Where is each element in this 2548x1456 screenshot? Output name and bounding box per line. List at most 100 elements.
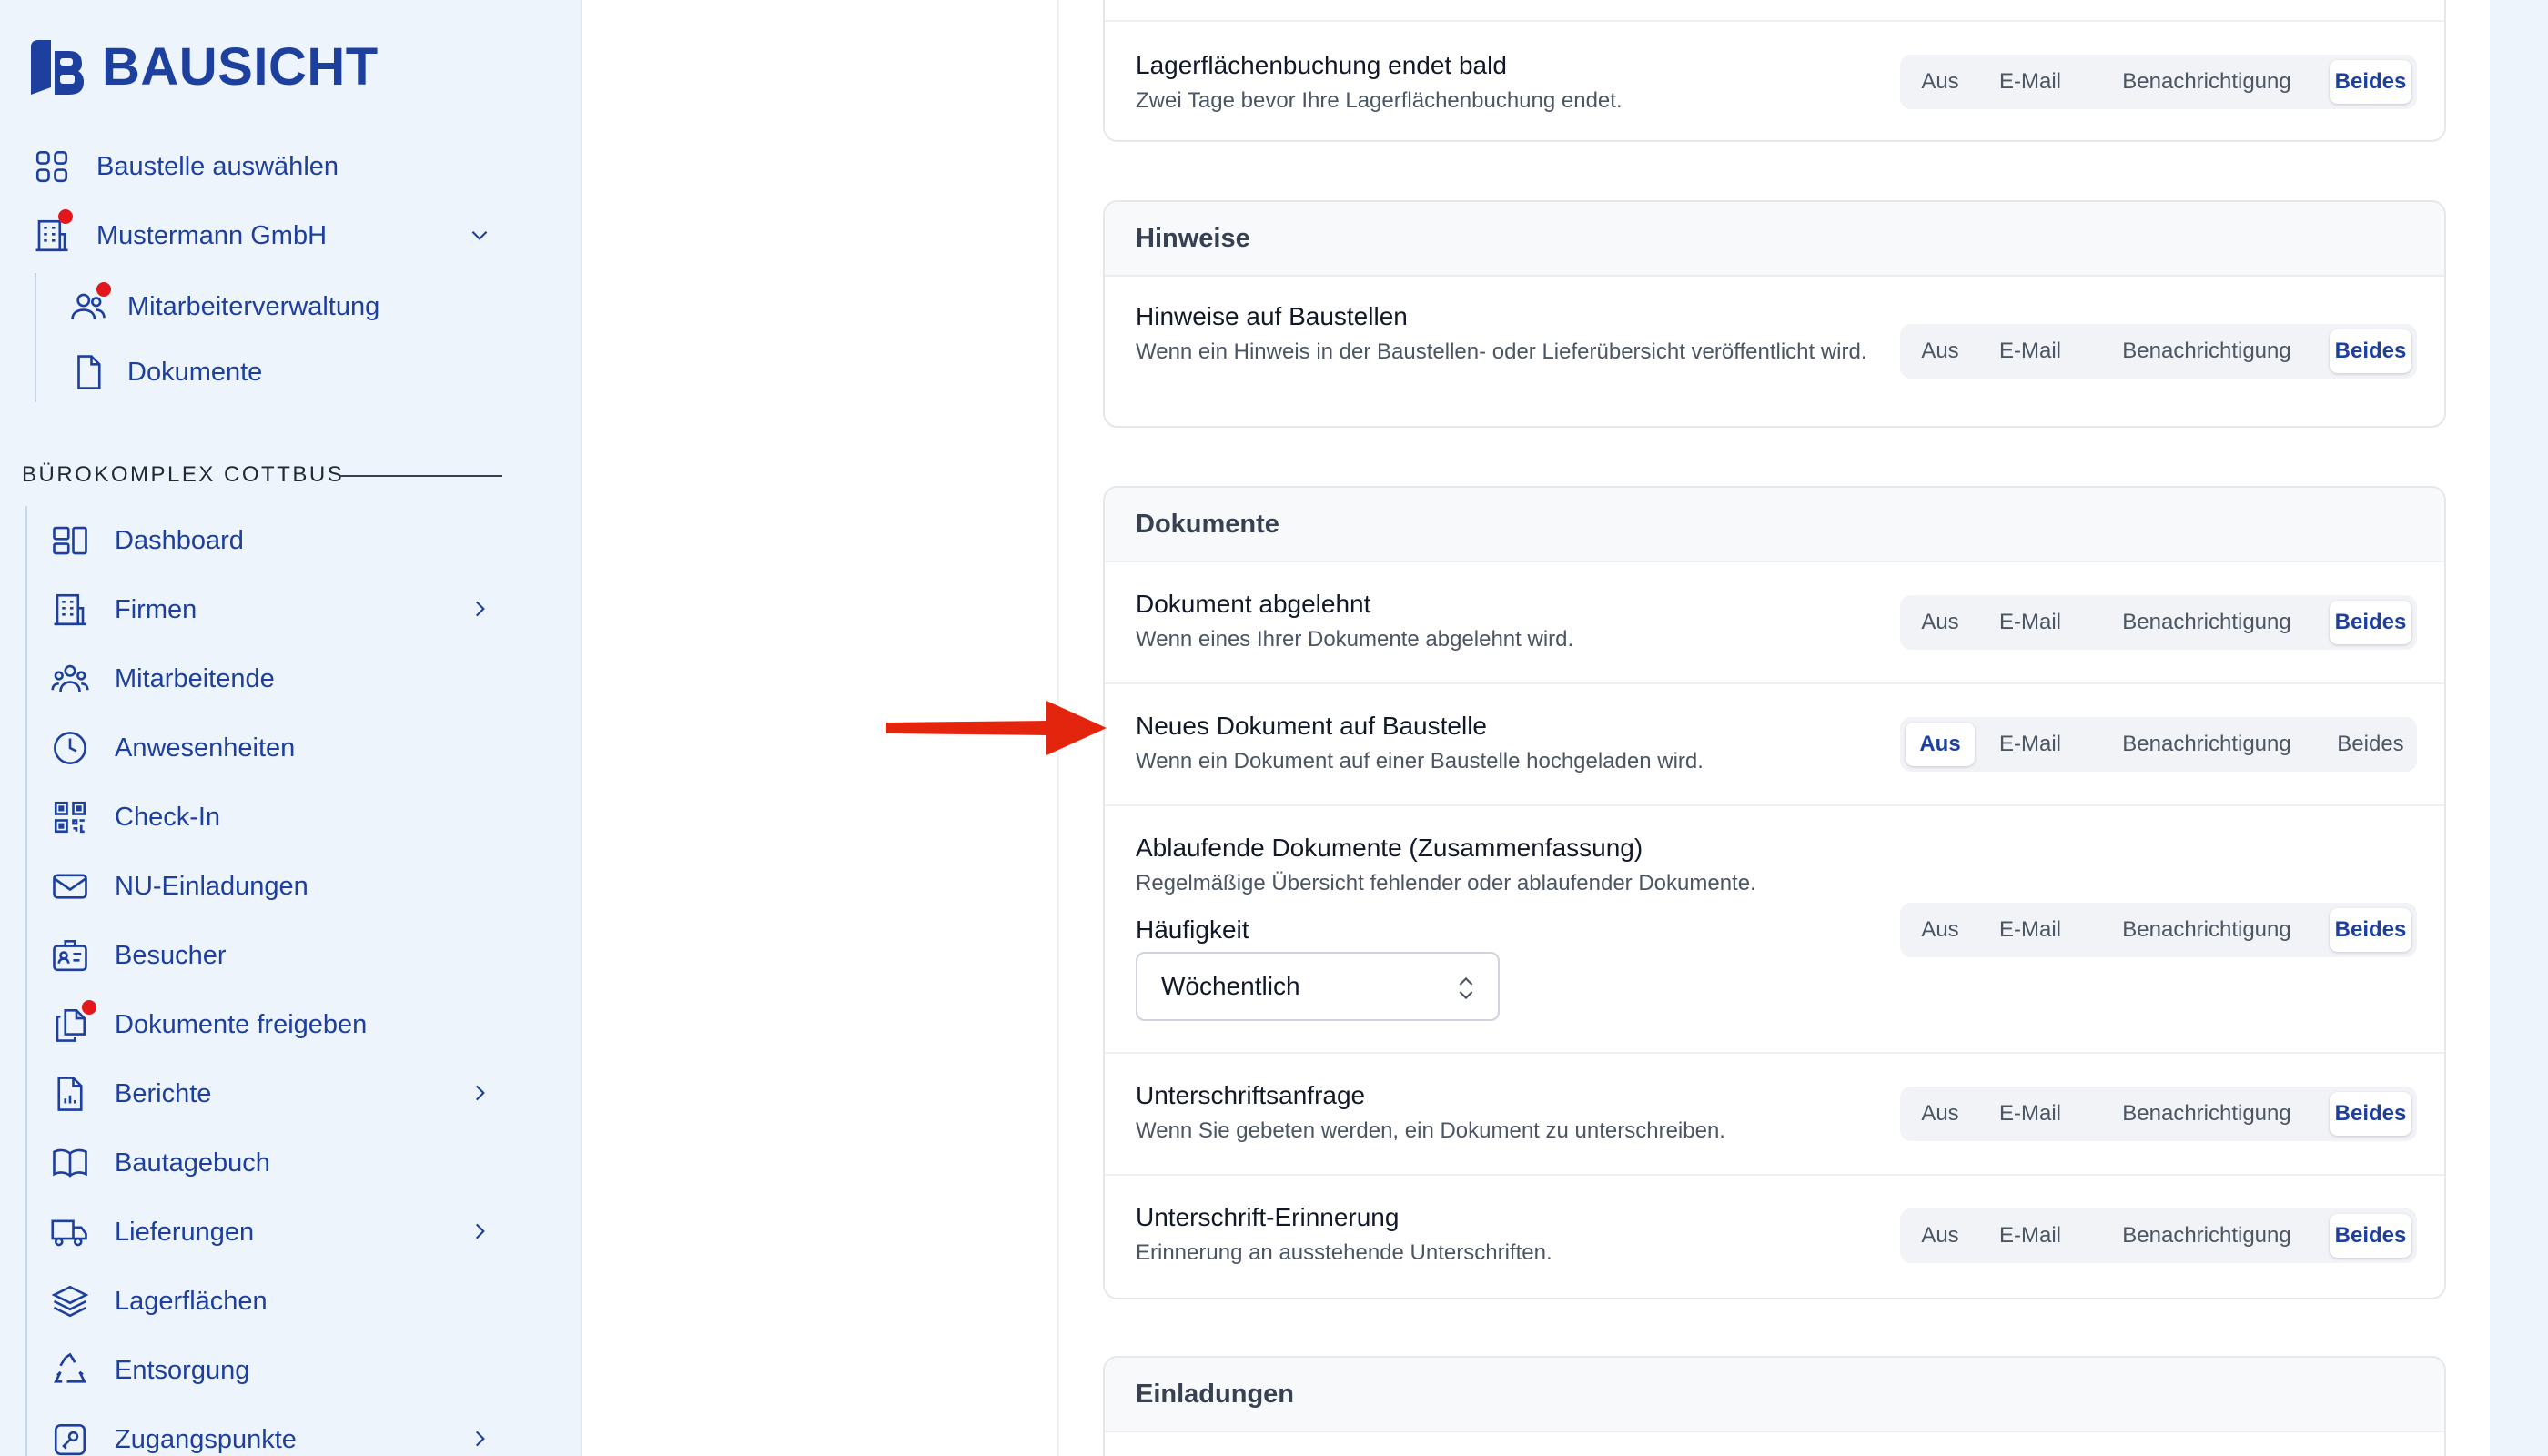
nav-storage[interactable]: Lagerflächen [51,1282,268,1320]
setting-row: Neues Dokument auf Baustelle Wenn ein Do… [1105,684,2444,806]
notification-badge [96,282,111,297]
nav-deliveries[interactable]: Lieferungen [51,1213,254,1251]
nav-company[interactable]: Mustermann GmbH [33,209,327,255]
option-off[interactable]: Aus [1906,329,1975,373]
setting-description: Wenn Sie gebeten werden, ein Dokument zu… [1136,1118,1725,1143]
option-notification[interactable]: Benachrichtigung [2086,329,2328,373]
hints-card: Hinweise Hinweise auf Baustellen Wenn ei… [1103,200,2446,428]
option-email[interactable]: E-Mail [1977,1214,2084,1258]
setting-description: Wenn ein Hinweis in der Baustellen- oder… [1136,339,1867,364]
nav-site-diary[interactable]: Bautagebuch [51,1144,270,1182]
option-notification[interactable]: Benachrichtigung [2086,60,2328,104]
chevron-right-icon[interactable] [468,597,491,621]
badge-icon [51,936,89,975]
nav-label: Besucher [115,940,227,970]
option-both[interactable]: Beides [2330,723,2412,766]
option-notification[interactable]: Benachrichtigung [2086,723,2328,766]
nav-approve-documents[interactable]: Dokumente freigeben [51,1000,368,1044]
site-section-title: BÜROKOMPLEX COTTBUS [22,462,345,487]
option-email[interactable]: E-Mail [1977,329,2084,373]
notification-badge [82,1000,96,1015]
truck-icon [51,1213,89,1251]
nav-check-in[interactable]: Check-In [51,798,220,836]
nav-visitors[interactable]: Besucher [51,936,227,975]
nav-select-site[interactable]: Baustelle auswählen [33,147,339,186]
clock-icon [51,729,89,767]
option-off[interactable]: Aus [1906,723,1975,766]
notification-mode-toggle[interactable]: Aus E-Mail Benachrichtigung Beides [1900,1208,2417,1263]
option-both[interactable]: Beides [2330,329,2412,373]
option-notification[interactable]: Benachrichtigung [2086,1214,2328,1258]
option-email[interactable]: E-Mail [1977,723,2084,766]
option-email[interactable]: E-Mail [1977,601,2084,644]
qr-code-icon [51,798,89,836]
nav-invitations[interactable]: NU-Einladungen [51,867,308,905]
option-both[interactable]: Beides [2330,1092,2412,1136]
option-email[interactable]: E-Mail [1977,908,2084,952]
nav-label: Dokumente freigeben [115,1009,368,1039]
frequency-select[interactable]: Wöchentlich [1136,952,1500,1021]
section-divider [340,475,502,477]
chevron-down-icon[interactable] [468,223,491,247]
option-notification[interactable]: Benachrichtigung [2086,1092,2328,1136]
option-both[interactable]: Beides [2330,60,2412,104]
option-notification[interactable]: Benachrichtigung [2086,601,2328,644]
setting-title: Hinweise auf Baustellen [1136,302,1408,330]
people-icon [51,660,89,698]
chevron-right-icon[interactable] [468,1081,491,1105]
storage-card: Lagerflächenbuchung endet bald Zwei Tage… [1103,0,2446,142]
notification-mode-toggle[interactable]: Aus E-Mail Benachrichtigung Beides [1900,1087,2417,1141]
setting-row-hidden [1105,0,2444,22]
notification-mode-toggle[interactable]: Aus E-Mail Benachrichtigung Beides [1900,55,2417,109]
setting-title: Unterschriftsanfrage [1136,1081,1366,1109]
brand-logo[interactable]: BAUSICHT [27,36,379,97]
option-email[interactable]: E-Mail [1977,1092,2084,1136]
option-email[interactable]: E-Mail [1977,60,2084,104]
card-title: Einladungen [1105,1358,2444,1432]
report-icon [51,1075,89,1113]
chevron-right-icon[interactable] [468,1219,491,1243]
section-line [25,506,27,1456]
nav-documents[interactable]: Dokumente [69,353,262,391]
chevron-right-icon[interactable] [468,1427,491,1451]
card-title: Dokumente [1105,488,2444,562]
nav-reports[interactable]: Berichte [51,1075,211,1113]
nav-dashboard[interactable]: Dashboard [51,521,244,560]
option-notification[interactable]: Benachrichtigung [2086,908,2328,952]
nav-label: Entsorgung [115,1355,250,1385]
nav-label: Mitarbeiterverwaltung [127,291,380,321]
nav-label: Zugangspunkte [115,1424,297,1454]
option-off[interactable]: Aus [1906,601,1975,644]
setting-row: Lagerflächenbuchung endet bald Zwei Tage… [1105,22,2444,140]
recycle-icon [51,1351,89,1390]
nav-disposal[interactable]: Entsorgung [51,1351,249,1390]
notification-mode-toggle[interactable]: Aus E-Mail Benachrichtigung Beides [1900,903,2417,957]
notification-mode-toggle[interactable]: Aus E-Mail Benachrichtigung Beides [1900,717,2417,772]
option-off[interactable]: Aus [1906,1092,1975,1136]
bausicht-logo-icon [31,39,84,95]
chevron-up-down-icon [1459,976,1473,1000]
nav-access-points[interactable]: Zugangspunkte [51,1421,297,1456]
nav-label: Berichte [115,1078,212,1108]
option-off[interactable]: Aus [1906,908,1975,952]
nav-companies[interactable]: Firmen [51,591,197,629]
nav-employees[interactable]: Mitarbeitende [51,660,275,698]
setting-row: Hinweise auf Baustellen Wenn ein Hinweis… [1105,277,2444,426]
nav-attendance[interactable]: Anwesenheiten [51,729,295,767]
setting-row: Unterschriftsanfrage Wenn Sie gebeten we… [1105,1054,2444,1176]
notification-mode-toggle[interactable]: Aus E-Mail Benachrichtigung Beides [1900,595,2417,650]
option-off[interactable]: Aus [1906,1214,1975,1258]
documents-card: Dokumente Dokument abgelehnt Wenn eines … [1103,486,2446,1299]
notification-mode-toggle[interactable]: Aus E-Mail Benachrichtigung Beides [1900,324,2417,379]
nav-employee-management[interactable]: Mitarbeiterverwaltung [69,282,380,326]
layers-icon [51,1282,89,1320]
option-both[interactable]: Beides [2330,908,2412,952]
notification-badge [58,209,73,224]
setting-title: Unterschrift-Erinnerung [1136,1203,1400,1231]
option-both[interactable]: Beides [2330,601,2412,644]
nav-label: Baustelle auswählen [96,151,339,181]
building-icon [51,591,89,629]
setting-description: Zwei Tage bevor Ihre Lagerflächenbuchung… [1136,88,1623,113]
option-off[interactable]: Aus [1906,60,1975,104]
option-both[interactable]: Beides [2330,1214,2412,1258]
